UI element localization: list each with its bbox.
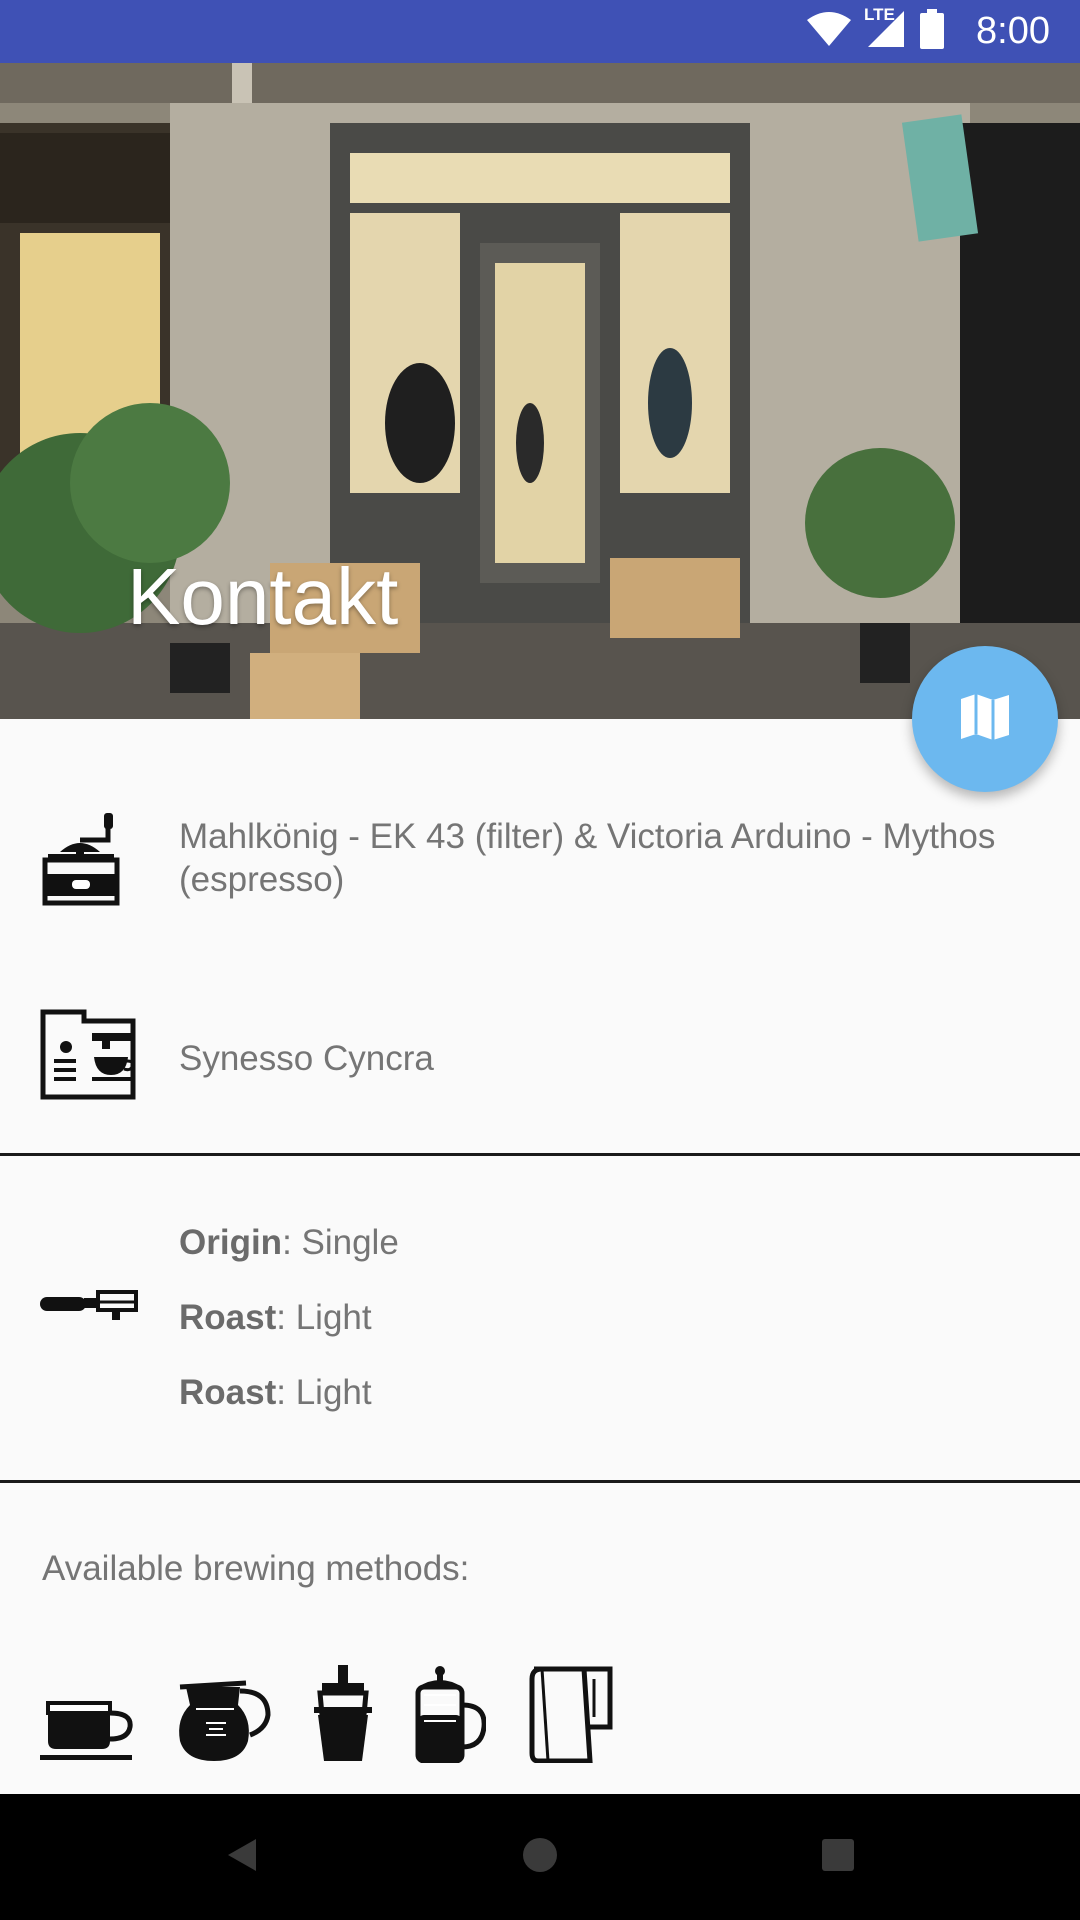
back-button[interactable] <box>182 1794 302 1920</box>
bean-detail-label: Roast <box>179 1373 277 1412</box>
home-button[interactable] <box>480 1794 600 1920</box>
coffee-pot-icon <box>176 1679 272 1768</box>
bean-detail: Origin: Single <box>179 1221 1050 1264</box>
network-label: LTE <box>864 5 895 24</box>
bean-detail: Roast: Light <box>179 1296 1050 1339</box>
bean-detail-label: Roast <box>179 1298 277 1337</box>
aeropress-icon <box>314 1665 372 1768</box>
grinder-text: Mahlkönig - EK 43 (filter) & Victoria Ar… <box>179 817 996 899</box>
machine-row: Synesso Cyncra <box>0 1007 1080 1103</box>
pour-over-kettle-icon <box>528 1665 614 1768</box>
bean-detail: Roast: Light <box>179 1371 1050 1414</box>
bean-detail-value: : Light <box>276 1298 372 1337</box>
brewing-methods-title: Available brewing methods: <box>42 1549 470 1588</box>
coffee-grinder-icon <box>40 808 122 911</box>
portafilter-icon <box>40 1288 138 1327</box>
bean-detail-value: : Light <box>276 1373 372 1412</box>
cup-icon <box>40 1683 134 1768</box>
french-press-icon <box>414 1665 487 1768</box>
bean-detail-label: Origin <box>179 1223 283 1262</box>
status-bar: LTE 8:00 <box>0 0 1080 63</box>
divider <box>0 1153 1080 1156</box>
divider <box>0 1480 1080 1483</box>
battery-icon <box>920 9 945 54</box>
wifi-icon <box>806 10 852 53</box>
header-image: Kontakt <box>0 63 1080 719</box>
map-button[interactable] <box>912 646 1058 792</box>
page-title: Kontakt <box>127 552 399 641</box>
brewing-methods-list <box>40 1665 614 1768</box>
recents-square-icon <box>821 1838 855 1877</box>
grinder-row: Mahlkönig - EK 43 (filter) & Victoria Ar… <box>0 805 1080 915</box>
navigation-bar <box>0 1794 1080 1920</box>
espresso-machine-icon <box>40 1009 136 1106</box>
machine-text: Synesso Cyncra <box>179 1039 434 1078</box>
beans-row: Origin: Single Roast: Light Roast: Light <box>0 1200 1080 1430</box>
bean-detail-value: : Single <box>282 1223 399 1262</box>
cell-signal-icon: LTE <box>864 5 906 54</box>
recents-button[interactable] <box>778 1794 898 1920</box>
home-circle-icon <box>521 1836 559 1879</box>
map-icon <box>959 693 1011 746</box>
back-triangle-icon <box>226 1837 258 1878</box>
status-time: 8:00 <box>976 10 1050 52</box>
